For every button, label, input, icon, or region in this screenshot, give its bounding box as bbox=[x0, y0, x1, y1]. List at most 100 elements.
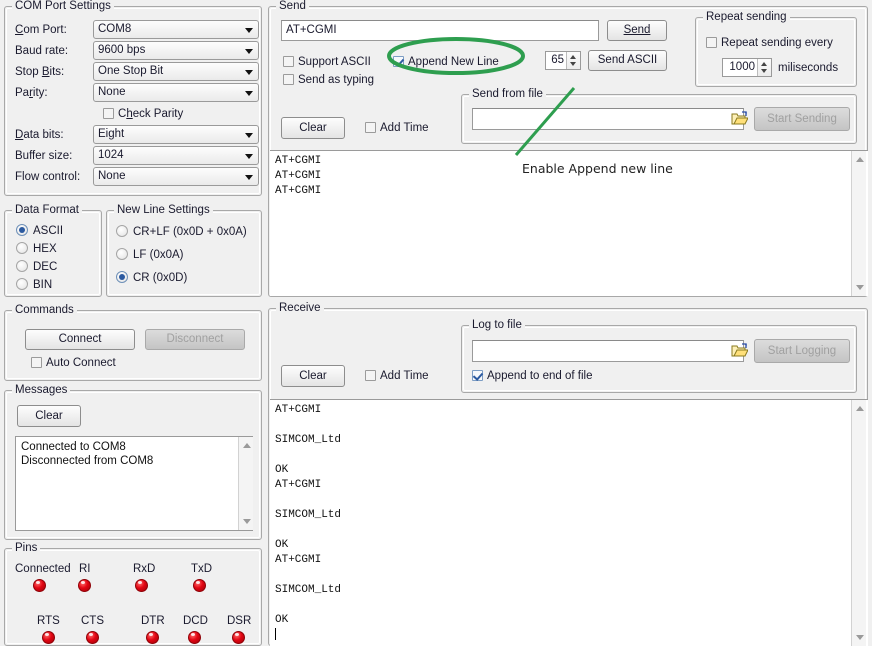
receive-add-time-box bbox=[365, 370, 376, 381]
combo-parity[interactable]: None bbox=[93, 83, 259, 102]
messages-list[interactable]: Connected to COM8 Disconnected from COM8 bbox=[15, 436, 253, 531]
send-terminal-scrollbar[interactable] bbox=[851, 151, 866, 296]
auto-connect-checkbox[interactable]: Auto Connect bbox=[31, 357, 116, 369]
append-new-line-checkbox[interactable]: Append New Line bbox=[393, 56, 499, 68]
send-file-path-input[interactable] bbox=[472, 108, 744, 130]
data-format-group: Data Format ASCIIHEXDECBIN bbox=[4, 210, 102, 297]
chevron-down-icon[interactable] bbox=[245, 70, 253, 75]
check-parity-checkbox[interactable]: Check Parity bbox=[103, 108, 183, 120]
ascii-code-spinner[interactable]: 65 bbox=[545, 51, 581, 70]
pin-led-rxd bbox=[135, 579, 148, 592]
pin-led-cts bbox=[86, 631, 99, 644]
send-add-time-checkbox[interactable]: Add Time bbox=[365, 122, 429, 134]
repeat-sending-group: Repeat sending Repeat sending every 1000… bbox=[695, 17, 857, 87]
combo-databits-value: Eight bbox=[98, 128, 124, 140]
scroll-down-arrow-icon[interactable] bbox=[243, 519, 251, 524]
send-ascii-button[interactable]: Send ASCII bbox=[588, 50, 667, 71]
start-logging-button[interactable]: Start Logging bbox=[754, 339, 850, 363]
new-line-radio-cr[interactable]: CR (0x0D) bbox=[116, 271, 187, 284]
data-format-radio-dec[interactable]: DEC bbox=[16, 260, 57, 273]
data-format-radio-ascii[interactable]: ASCII bbox=[16, 224, 63, 237]
new-line-radio-cr-lf[interactable]: CR+LF (0x0D + 0x0A) bbox=[116, 225, 247, 238]
chevron-down-icon[interactable] bbox=[245, 49, 253, 54]
append-to-end-label: Append to end of file bbox=[487, 370, 593, 382]
pin-label-rts: RTS bbox=[37, 615, 60, 627]
receive-clear-button[interactable]: Clear bbox=[281, 365, 345, 387]
commands-group: Commands Connect Disconnect Auto Connect bbox=[4, 310, 262, 381]
repeat-sending-box bbox=[706, 37, 717, 48]
folder-open-icon[interactable] bbox=[731, 343, 748, 358]
chevron-down-icon[interactable] bbox=[245, 133, 253, 138]
receive-terminal-scrollbar[interactable] bbox=[851, 400, 866, 646]
messages-scrollbar[interactable] bbox=[238, 437, 253, 530]
support-ascii-checkbox[interactable]: Support ASCII bbox=[283, 56, 371, 68]
combo-baudrate-value: 9600 bps bbox=[98, 44, 145, 56]
radio-box bbox=[16, 260, 28, 272]
disconnect-button[interactable]: Disconnect bbox=[145, 329, 245, 350]
combo-baudrate[interactable]: 9600 bps bbox=[93, 41, 259, 60]
receive-add-time-checkbox[interactable]: Add Time bbox=[365, 370, 429, 382]
ascii-code-spin-buttons[interactable] bbox=[566, 52, 580, 69]
data-format-radio-bin[interactable]: BIN bbox=[16, 278, 52, 291]
pin-led-dsr bbox=[232, 631, 245, 644]
chevron-down-icon[interactable] bbox=[245, 91, 253, 96]
commands-title: Commands bbox=[12, 304, 77, 316]
append-to-end-box bbox=[472, 370, 483, 381]
text-caret bbox=[275, 628, 276, 640]
combo-buffersize[interactable]: 1024 bbox=[93, 146, 259, 165]
repeat-interval-spin-buttons[interactable] bbox=[757, 59, 771, 76]
append-to-end-of-file-checkbox[interactable]: Append to end of file bbox=[472, 370, 593, 382]
scroll-down-arrow-icon[interactable] bbox=[856, 635, 864, 640]
support-ascii-label: Support ASCII bbox=[298, 56, 371, 68]
check-parity-box bbox=[103, 108, 114, 119]
auto-connect-label: Auto Connect bbox=[46, 357, 116, 369]
send-command-input[interactable]: AT+CGMI bbox=[281, 20, 599, 41]
repeat-interval-value: 1000 bbox=[723, 59, 757, 76]
connect-button[interactable]: Connect bbox=[25, 329, 135, 350]
data-format-label-dec: DEC bbox=[33, 261, 57, 273]
receive-terminal[interactable]: AT+CGMI SIMCOM_Ltd OK AT+CGMI SIMCOM_Ltd… bbox=[270, 399, 868, 646]
combo-flowcontrol[interactable]: None bbox=[93, 167, 259, 186]
combo-stopbits[interactable]: One Stop Bit bbox=[93, 62, 259, 81]
chevron-down-icon[interactable] bbox=[245, 28, 253, 33]
pin-led-dtr bbox=[146, 631, 159, 644]
scroll-up-arrow-icon[interactable] bbox=[856, 157, 864, 162]
send-from-file-group: Send from file Start Sending bbox=[461, 94, 857, 144]
receive-title: Receive bbox=[276, 302, 324, 314]
chevron-down-icon[interactable] bbox=[245, 154, 253, 159]
pin-led-rts bbox=[42, 631, 55, 644]
com-port-settings-title: COM Port Settings bbox=[12, 0, 114, 12]
scroll-up-arrow-icon[interactable] bbox=[243, 443, 251, 448]
receive-add-time-label: Add Time bbox=[380, 370, 429, 382]
send-as-typing-box bbox=[283, 74, 294, 85]
data-format-label-hex: HEX bbox=[33, 243, 57, 255]
setting-label-flowcontrol: Flow control: bbox=[15, 171, 80, 183]
pin-label-connected: Connected bbox=[15, 563, 71, 575]
combo-comport[interactable]: COM8 bbox=[93, 20, 259, 39]
data-format-title: Data Format bbox=[12, 204, 82, 216]
new-line-label-lf: LF (0x0A) bbox=[133, 249, 184, 261]
messages-clear-button[interactable]: Clear bbox=[17, 405, 81, 427]
start-sending-button[interactable]: Start Sending bbox=[754, 107, 850, 131]
ascii-code-value: 65 bbox=[546, 52, 566, 69]
log-file-path-input[interactable] bbox=[472, 340, 744, 362]
new-line-label-cr-lf: CR+LF (0x0D + 0x0A) bbox=[133, 226, 247, 238]
send-button[interactable]: Send bbox=[607, 20, 667, 41]
combo-databits[interactable]: Eight bbox=[93, 125, 259, 144]
chevron-down-icon[interactable] bbox=[245, 175, 253, 180]
send-add-time-box bbox=[365, 122, 376, 133]
folder-open-icon[interactable] bbox=[731, 111, 748, 126]
scroll-down-arrow-icon[interactable] bbox=[856, 285, 864, 290]
new-line-label-cr: CR (0x0D) bbox=[133, 272, 187, 284]
new-line-radio-lf[interactable]: LF (0x0A) bbox=[116, 248, 184, 261]
send-clear-button[interactable]: Clear bbox=[281, 117, 345, 139]
scroll-up-arrow-icon[interactable] bbox=[856, 406, 864, 411]
repeat-sending-checkbox[interactable]: Repeat sending every bbox=[706, 37, 833, 49]
radio-box bbox=[16, 278, 28, 290]
pins-group: Pins ConnectedRIRxDTxDRTSCTSDTRDCDDSR bbox=[4, 548, 262, 646]
send-as-typing-checkbox[interactable]: Send as typing bbox=[283, 74, 374, 86]
data-format-radio-hex[interactable]: HEX bbox=[16, 242, 57, 255]
append-new-line-label: Append New Line bbox=[408, 56, 499, 68]
combo-flowcontrol-value: None bbox=[98, 170, 126, 182]
repeat-interval-spinner[interactable]: 1000 bbox=[722, 58, 772, 77]
